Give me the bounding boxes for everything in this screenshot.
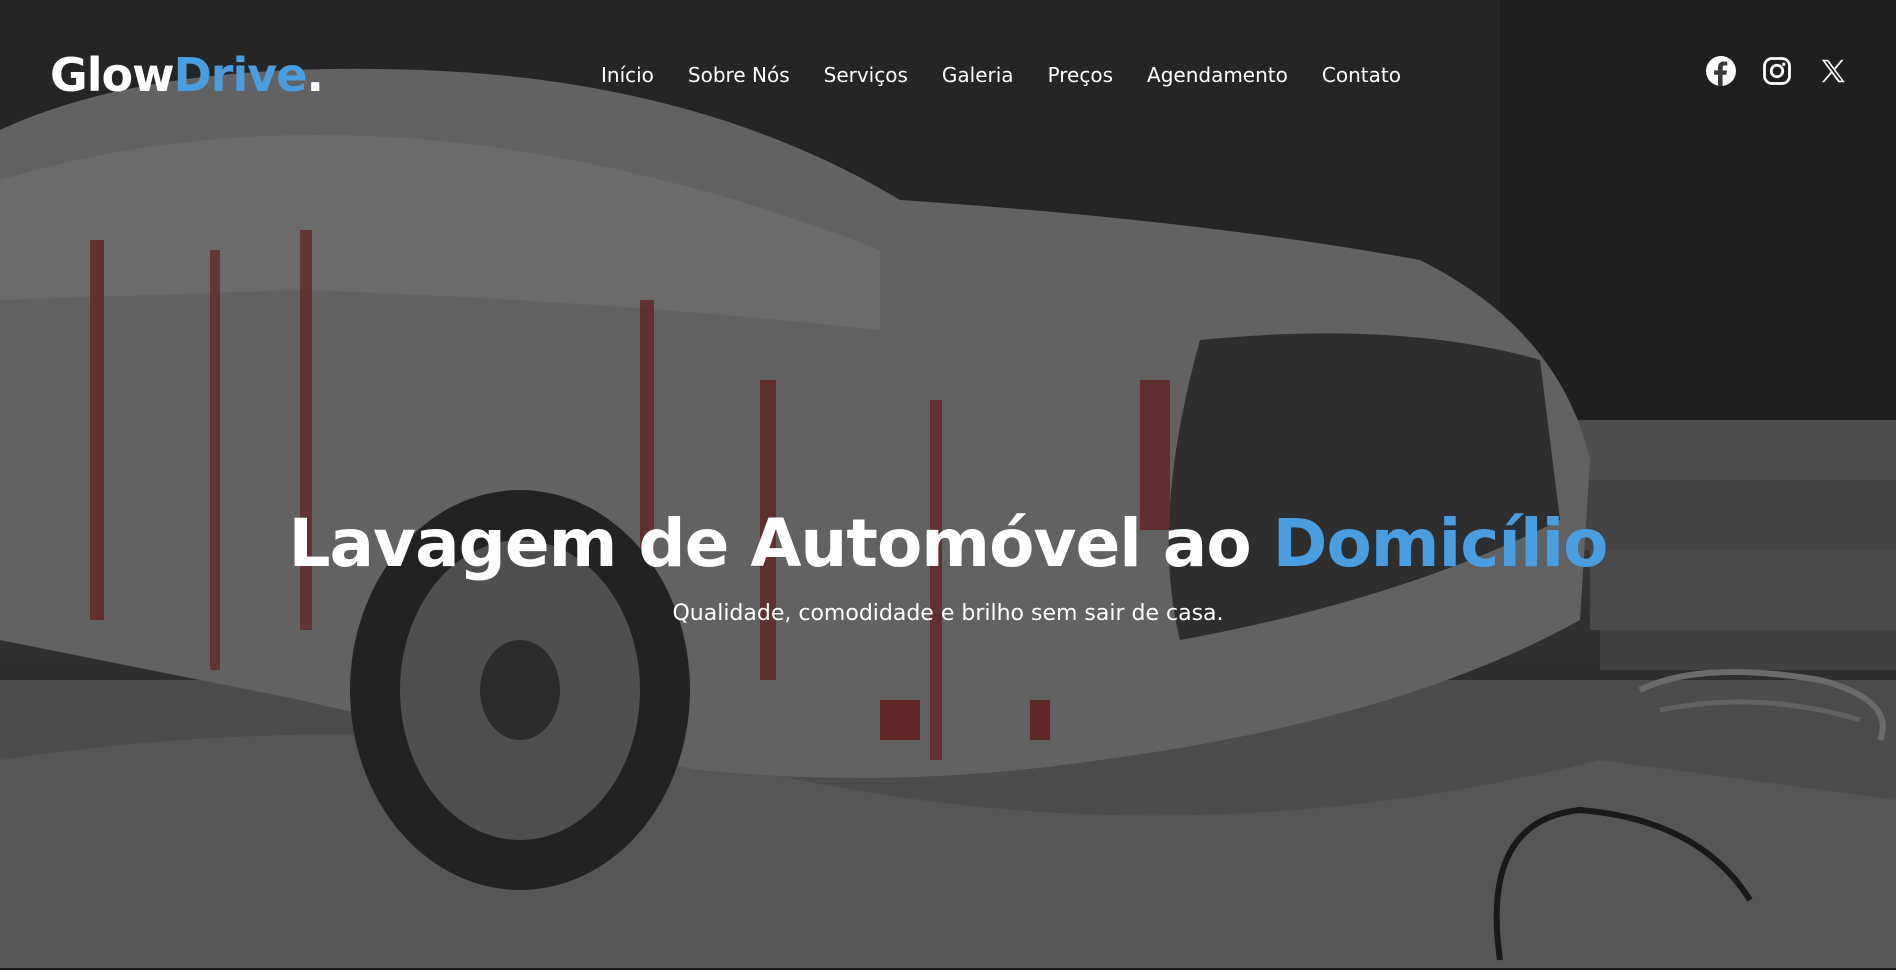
social-links	[1706, 56, 1848, 86]
nav-item-galeria[interactable]: Galeria	[942, 60, 1014, 90]
brand-name-part1: Glow	[50, 48, 175, 102]
nav-item-agendamento[interactable]: Agendamento	[1147, 60, 1288, 90]
x-icon[interactable]	[1818, 56, 1848, 86]
hero-title: Lavagem de Automóvel ao Domicílio	[0, 500, 1896, 588]
brand-logo[interactable]: GlowDrive.	[50, 44, 324, 106]
brand-name-dot: .	[306, 48, 324, 102]
nav-item-contato[interactable]: Contato	[1322, 60, 1401, 90]
nav-item-sobre-nos[interactable]: Sobre Nós	[688, 60, 790, 90]
main-nav: Início Sobre Nós Serviços Galeria Preços…	[601, 60, 1435, 90]
site-header: GlowDrive. Início Sobre Nós Serviços Gal…	[0, 0, 1896, 150]
hero-title-part1: Lavagem de Automóvel ao	[288, 505, 1273, 582]
facebook-icon[interactable]	[1706, 56, 1736, 86]
hero-title-part2: Domicílio	[1272, 505, 1609, 582]
hero-section: GlowDrive. Início Sobre Nós Serviços Gal…	[0, 0, 1896, 970]
hero-subtitle: Qualidade, comodidade e brilho sem sair …	[672, 601, 1224, 626]
nav-item-servicos[interactable]: Serviços	[824, 60, 908, 90]
nav-item-inicio[interactable]: Início	[601, 60, 654, 90]
brand-name-part2: Drive	[173, 48, 308, 102]
instagram-icon[interactable]	[1762, 56, 1792, 86]
nav-item-precos[interactable]: Preços	[1048, 60, 1113, 90]
